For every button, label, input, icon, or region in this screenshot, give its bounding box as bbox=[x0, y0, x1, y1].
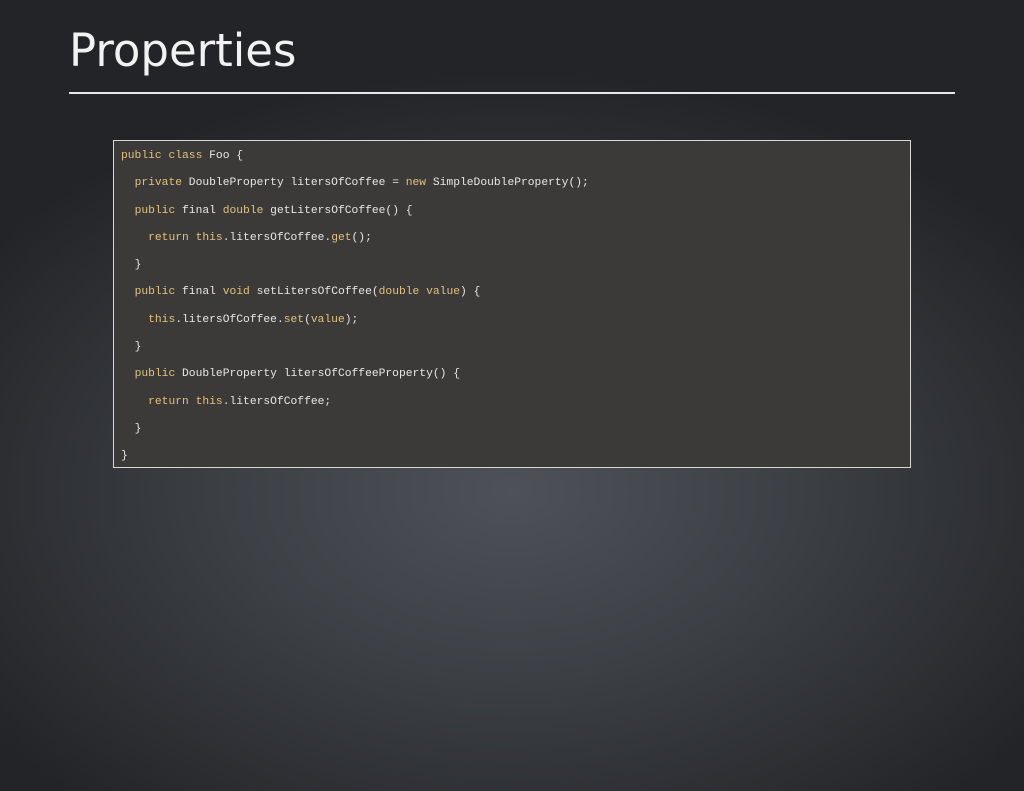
code-text: ( bbox=[304, 313, 311, 326]
code-text: DoubleProperty litersOfCoffeeProperty() … bbox=[175, 368, 460, 381]
code-lines: public class Foo { private DoublePropert… bbox=[121, 148, 589, 476]
code-text: final bbox=[175, 204, 223, 217]
code-text: SimpleDoubleProperty(); bbox=[426, 177, 589, 190]
code-keyword: void bbox=[222, 286, 250, 299]
code-keyword: public bbox=[121, 150, 162, 162]
code-keyword: value bbox=[310, 313, 345, 326]
code-text: DoubleProperty litersOfCoffee = bbox=[182, 177, 406, 190]
code-text: Foo { bbox=[202, 150, 244, 162]
code-keyword: new bbox=[405, 177, 427, 190]
code-text: setLitersOfCoffee( bbox=[249, 286, 379, 299]
code-text: } bbox=[134, 259, 142, 272]
code-text: } bbox=[121, 450, 128, 463]
code-line: } bbox=[121, 257, 589, 284]
code-keyword: this bbox=[148, 313, 176, 326]
code-keyword: this bbox=[195, 395, 223, 408]
code-text: .litersOfCoffee. bbox=[175, 313, 284, 326]
code-line: } bbox=[121, 448, 589, 475]
code-line: this.litersOfCoffee.set(value); bbox=[121, 312, 589, 339]
code-text: (); bbox=[351, 231, 372, 244]
code-text: .litersOfCoffee; bbox=[222, 395, 332, 408]
code-keyword: public bbox=[134, 286, 176, 299]
code-line: } bbox=[121, 421, 589, 448]
code-line: private DoubleProperty litersOfCoffee = … bbox=[121, 175, 589, 202]
code-text: ); bbox=[344, 313, 359, 326]
code-line: public DoubleProperty litersOfCoffeeProp… bbox=[121, 366, 589, 393]
code-keyword: public bbox=[134, 204, 176, 217]
code-keyword: get bbox=[331, 231, 352, 244]
code-keyword: private bbox=[134, 177, 183, 190]
code-keyword: this bbox=[195, 231, 223, 244]
code-line: public class Foo { bbox=[121, 148, 589, 175]
slide-title: Properties bbox=[69, 24, 297, 77]
title-divider bbox=[69, 92, 955, 94]
code-block: public class Foo { private DoublePropert… bbox=[113, 140, 911, 468]
code-line: public final void setLitersOfCoffee(doub… bbox=[121, 284, 589, 311]
code-keyword: public bbox=[134, 368, 176, 381]
code-line: } bbox=[121, 339, 589, 366]
code-text: } bbox=[134, 422, 142, 435]
code-keyword: return bbox=[148, 231, 189, 244]
code-line: return this.litersOfCoffee.get(); bbox=[121, 230, 589, 257]
code-keyword: double bbox=[378, 286, 420, 299]
code-text: } bbox=[134, 341, 142, 354]
code-text: getLitersOfCoffee() { bbox=[263, 204, 413, 217]
code-text: .litersOfCoffee. bbox=[222, 231, 332, 244]
code-keyword: class bbox=[168, 150, 203, 162]
code-keyword: value bbox=[426, 286, 461, 299]
code-text: ) { bbox=[460, 286, 481, 299]
code-line: public final double getLitersOfCoffee() … bbox=[121, 203, 589, 230]
code-text: final bbox=[175, 286, 223, 299]
code-keyword: double bbox=[222, 204, 264, 217]
code-keyword: return bbox=[148, 395, 189, 408]
code-keyword: set bbox=[283, 313, 305, 326]
code-line: return this.litersOfCoffee; bbox=[121, 394, 589, 421]
